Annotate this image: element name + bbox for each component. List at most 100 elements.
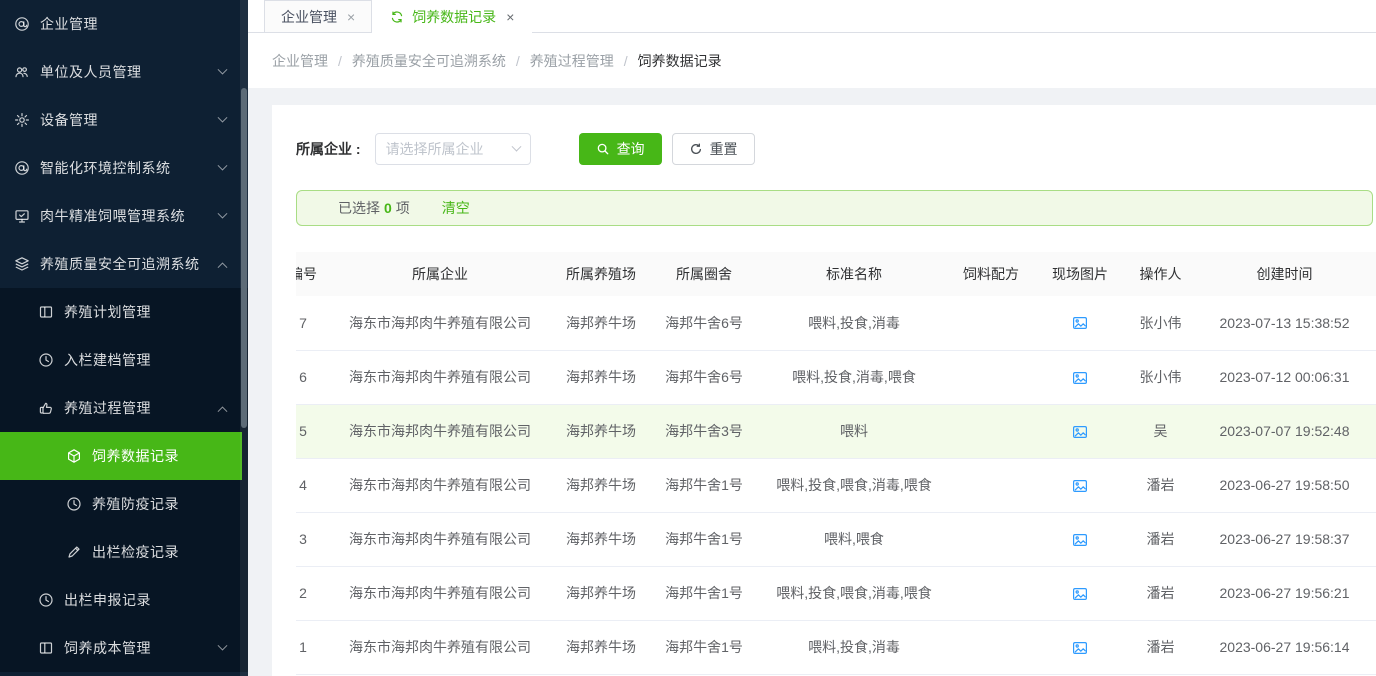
cell-pen: 海邦牛舍1号 [650, 512, 758, 566]
cell-enterprise: 海东市海邦肉牛养殖有限公司 [328, 458, 552, 512]
cell-farm: 海邦养牛场 [552, 512, 650, 566]
clear-selection-link[interactable]: 清空 [442, 198, 470, 218]
sidebar-item-epidemic-records[interactable]: 养殖防疫记录 [0, 480, 248, 528]
cell-photo [1032, 404, 1128, 458]
cell-enterprise: 海东市海邦肉牛养殖有限公司 [328, 512, 552, 566]
cell-enterprise: 海东市海邦肉牛养殖有限公司 [328, 296, 552, 350]
gear-icon [14, 112, 30, 128]
table-row-highlighted[interactable]: 5 海东市海邦肉牛养殖有限公司 海邦养牛场 海邦牛舍3号 喂料 吴 2023-0… [296, 404, 1376, 458]
at-icon [14, 16, 30, 32]
table-row[interactable]: 3 海东市海邦肉牛养殖有限公司 海邦养牛场 海邦牛舍1号 喂料,喂食 潘岩 20… [296, 512, 1376, 566]
select-placeholder: 请选择所属企业 [386, 139, 513, 159]
sidebar-item-label: 企业管理 [40, 14, 98, 34]
cell-operator: 吴 [1128, 404, 1193, 458]
sidebar-scrollbar[interactable] [240, 0, 248, 676]
sidebar-submenu: 养殖计划管理 入栏建档管理 养殖过程管理 饲养数据记录 养殖防疫记录 [0, 288, 248, 672]
filter-label: 所属企业 : [296, 139, 361, 159]
cell-id: 6 [296, 350, 328, 404]
reset-button-label: 重置 [710, 139, 738, 159]
chevron-up-icon [218, 262, 228, 272]
breadcrumb-separator [338, 53, 342, 69]
image-icon[interactable] [1072, 478, 1088, 494]
layers-icon [14, 256, 30, 272]
image-icon[interactable] [1072, 586, 1088, 602]
chevron-down-icon [218, 640, 228, 650]
image-icon[interactable] [1072, 370, 1088, 386]
col-enterprise: 所属企业 [328, 252, 552, 296]
cell-created: 2023-07-13 15:38:52 [1193, 296, 1376, 350]
cell-photo [1032, 512, 1128, 566]
sidebar-scrollbar-thumb[interactable] [241, 88, 247, 428]
sidebar-item-breeding-process[interactable]: 养殖过程管理 [0, 384, 248, 432]
table-row[interactable]: 2 海东市海邦肉牛养殖有限公司 海邦养牛场 海邦牛舍1号 喂料,投食,喂食,消毒… [296, 566, 1376, 620]
table-row[interactable]: 6 海东市海邦肉牛养殖有限公司 海邦养牛场 海邦牛舍6号 喂料,投食,消毒,喂食… [296, 350, 1376, 404]
breadcrumb-item[interactable]: 企业管理 [272, 51, 328, 71]
reset-button[interactable]: 重置 [672, 133, 755, 165]
cell-formula [950, 458, 1032, 512]
sidebar-item-precision-feeding[interactable]: 肉牛精准饲喂管理系统 [0, 192, 248, 240]
close-icon[interactable] [347, 10, 355, 24]
sidebar-item-label: 饲养成本管理 [64, 638, 151, 658]
sidebar-item-label: 肉牛精准饲喂管理系统 [40, 206, 185, 226]
sidebar-item-breeding-plan[interactable]: 养殖计划管理 [0, 288, 248, 336]
tab-label: 企业管理 [281, 7, 337, 27]
cell-operator: 张小伟 [1128, 350, 1193, 404]
app-root: 企业管理 单位及人员管理 设备管理 智能化环境控制系统 肉牛精准饲喂管理系统 养… [0, 0, 1376, 676]
image-icon[interactable] [1072, 424, 1088, 440]
cell-operator: 张小伟 [1128, 296, 1193, 350]
sidebar-item-env-control[interactable]: 智能化环境控制系统 [0, 144, 248, 192]
sidebar-item-units-personnel[interactable]: 单位及人员管理 [0, 48, 248, 96]
sidebar-item-traceability-system[interactable]: 养殖质量安全可追溯系统 [0, 240, 248, 288]
refresh-icon[interactable] [390, 10, 404, 24]
tab-enterprise-mgmt[interactable]: 企业管理 [264, 0, 372, 32]
cell-standard: 喂料,投食,消毒,喂食 [758, 350, 950, 404]
table-row[interactable]: 7 海东市海邦肉牛养殖有限公司 海邦养牛场 海邦牛舍6号 喂料,投食,消毒 张小… [296, 296, 1376, 350]
enterprise-select[interactable]: 请选择所属企业 [375, 133, 531, 165]
sidebar-item-device-mgmt[interactable]: 设备管理 [0, 96, 248, 144]
cell-photo [1032, 458, 1128, 512]
image-icon[interactable] [1072, 315, 1088, 331]
thumbs-up-icon [38, 400, 54, 416]
cell-photo [1032, 566, 1128, 620]
cell-formula [950, 296, 1032, 350]
chevron-down-icon [218, 64, 228, 74]
image-icon[interactable] [1072, 532, 1088, 548]
sidebar-item-label: 出栏申报记录 [64, 590, 151, 610]
sidebar-item-feeding-cost[interactable]: 饲养成本管理 [0, 624, 248, 672]
sidebar-item-entry-filing[interactable]: 入栏建档管理 [0, 336, 248, 384]
table-row[interactable]: 1 海东市海邦肉牛养殖有限公司 海邦养牛场 海邦牛舍1号 喂料,投食,消毒 潘岩… [296, 620, 1376, 674]
cell-farm: 海邦养牛场 [552, 350, 650, 404]
main-area: 企业管理 饲养数据记录 企业管理 养殖质量安全可追溯系统 养殖过程管理 饲养数据… [248, 0, 1376, 676]
cell-id: 1 [296, 620, 328, 674]
history-icon [66, 496, 82, 512]
cell-standard: 喂料,投食,喂食,消毒,喂食 [758, 566, 950, 620]
chevron-down-icon [218, 112, 228, 122]
sidebar-item-quarantine-records[interactable]: 出栏检疫记录 [0, 528, 248, 576]
chevron-down-icon [218, 208, 228, 218]
cell-id: 3 [296, 512, 328, 566]
close-icon[interactable] [506, 10, 514, 24]
columns-icon [38, 304, 54, 320]
sidebar-item-label: 单位及人员管理 [40, 62, 142, 82]
col-formula: 饲料配方 [950, 252, 1032, 296]
sidebar-item-feeding-data[interactable]: 饲养数据记录 [0, 432, 242, 480]
chevron-down-icon [218, 160, 228, 170]
selection-unit: 项 [396, 198, 410, 218]
breadcrumb-item[interactable]: 养殖过程管理 [530, 51, 614, 71]
cell-enterprise: 海东市海邦肉牛养殖有限公司 [328, 404, 552, 458]
image-icon[interactable] [1072, 640, 1088, 656]
cell-id: 7 [296, 296, 328, 350]
monitor-icon [14, 208, 30, 224]
cell-formula [950, 404, 1032, 458]
cell-formula [950, 350, 1032, 404]
query-button[interactable]: 查询 [579, 133, 662, 165]
breadcrumb-item[interactable]: 养殖质量安全可追溯系统 [352, 51, 506, 71]
cell-operator: 潘岩 [1128, 458, 1193, 512]
cell-formula [950, 566, 1032, 620]
sidebar-item-enterprise-mgmt[interactable]: 企业管理 [0, 0, 248, 48]
table-row[interactable]: 4 海东市海邦肉牛养殖有限公司 海邦养牛场 海邦牛舍1号 喂料,投食,喂食,消毒… [296, 458, 1376, 512]
cell-operator: 潘岩 [1128, 512, 1193, 566]
tab-feeding-data[interactable]: 饲养数据记录 [372, 0, 532, 33]
col-pen: 所属圈舍 [650, 252, 758, 296]
sidebar-item-exit-declaration[interactable]: 出栏申报记录 [0, 576, 248, 624]
